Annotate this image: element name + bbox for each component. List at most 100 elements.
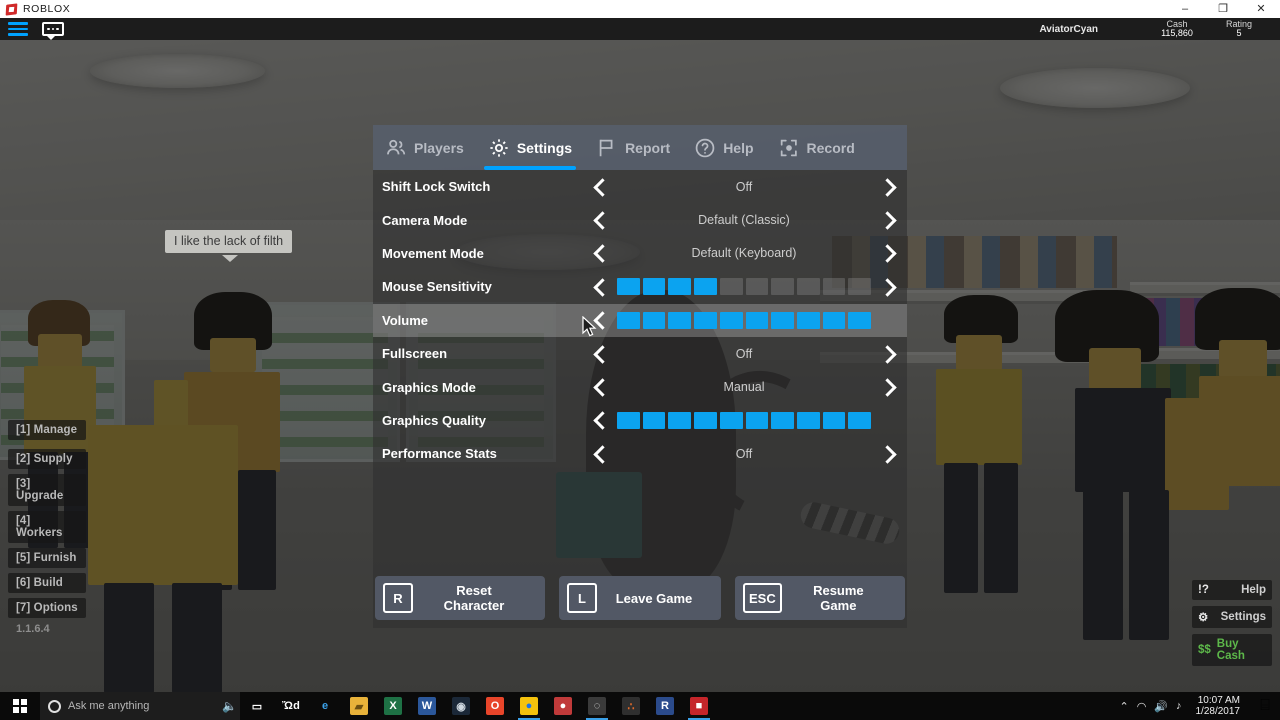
word-icon-glyph: W <box>418 697 436 715</box>
chevron-left-icon[interactable] <box>591 411 609 429</box>
task-view-icon[interactable]: ▭ <box>240 692 274 720</box>
maximize-button[interactable]: ❐ <box>1204 0 1242 18</box>
slider-segment[interactable] <box>617 411 640 429</box>
slider-segment[interactable] <box>668 311 692 329</box>
file-explorer-icon[interactable]: ▰ <box>342 692 376 720</box>
right-menu-item-settings[interactable]: ⚙ Settings <box>1192 606 1272 628</box>
left-menu-item-supply[interactable]: [2] Supply <box>8 449 86 469</box>
left-menu-item-upgrade[interactable]: [3] Upgrade <box>8 474 86 506</box>
resume-game-button[interactable]: ESC Resume Game <box>735 576 905 620</box>
chevron-right-icon[interactable] <box>879 378 897 396</box>
chevron-left-icon[interactable] <box>591 278 609 296</box>
tab-settings[interactable]: Settings <box>476 125 584 170</box>
slider-segment[interactable] <box>848 278 872 296</box>
opera-icon-glyph: O <box>486 697 504 715</box>
menu-hamburger-icon[interactable] <box>8 22 28 36</box>
chevron-left-icon[interactable] <box>591 345 609 363</box>
slider-segment[interactable] <box>694 278 717 296</box>
reset-character-button[interactable]: R Reset Character <box>375 576 545 620</box>
slider-segment[interactable] <box>642 411 666 429</box>
chevron-left-icon[interactable] <box>591 445 609 463</box>
right-menu-item-buy-cash[interactable]: $$ Buy Cash <box>1192 634 1272 666</box>
slider-segment[interactable] <box>668 411 692 429</box>
left-menu-item-manage[interactable]: [1] Manage <box>8 420 86 440</box>
slider-segment[interactable] <box>745 311 769 329</box>
chevron-left-icon[interactable] <box>591 378 609 396</box>
slider-segment[interactable] <box>771 411 794 429</box>
slider-segment[interactable] <box>745 411 769 429</box>
topbar-stats: AviatorCyan Cash 115,860 Rating 5 <box>1039 18 1280 40</box>
right-menu-item-help[interactable]: !? Help <box>1192 580 1272 600</box>
tab-report[interactable]: Report <box>584 125 682 170</box>
chevron-right-icon[interactable] <box>879 244 897 262</box>
slider-segment[interactable] <box>822 411 846 429</box>
slider-segment[interactable] <box>617 311 640 329</box>
chevron-left-icon[interactable] <box>591 244 609 262</box>
opera-icon[interactable]: O <box>478 692 512 720</box>
chevron-left-icon[interactable] <box>591 211 609 229</box>
slider-segment[interactable] <box>848 411 872 429</box>
slider-segment[interactable] <box>617 278 640 296</box>
tab-players[interactable]: Players <box>373 125 476 170</box>
slider-segment[interactable] <box>848 311 872 329</box>
chevron-right-icon[interactable] <box>879 178 897 196</box>
wifi-icon[interactable]: ◠ <box>1137 700 1147 713</box>
roblox-studio-icon[interactable]: R <box>648 692 682 720</box>
taskbar-clock[interactable]: 10:07 AM 1/28/2017 <box>1190 695 1247 718</box>
roblox-player-icon-glyph: ■ <box>690 697 708 715</box>
volume-slider[interactable] <box>609 311 879 329</box>
slider-segment[interactable] <box>642 278 666 296</box>
slider-segment[interactable] <box>642 311 666 329</box>
graphics-quality-slider[interactable] <box>609 411 879 429</box>
search-input[interactable]: Ask me anything 🔈 <box>40 692 240 720</box>
roblox-player-icon[interactable]: ■ <box>682 692 716 720</box>
slider-segment[interactable] <box>822 311 846 329</box>
store-icon[interactable]: Ὤd <box>274 692 308 720</box>
show-hidden-icons[interactable]: ⌃ <box>1119 700 1128 713</box>
mouse-sensitivity-slider[interactable] <box>609 278 879 296</box>
obs-icon[interactable]: ◌ <box>580 692 614 720</box>
minimize-button[interactable]: – <box>1166 0 1204 18</box>
slider-segment[interactable] <box>796 411 820 429</box>
word-icon[interactable]: W <box>410 692 444 720</box>
slider-segment[interactable] <box>796 311 820 329</box>
slider-segment[interactable] <box>668 278 692 296</box>
game-right-menu: !? Help ⚙ Settings $$ Buy Cash <box>1192 580 1272 672</box>
slider-segment[interactable] <box>771 278 794 296</box>
chevron-right-icon[interactable] <box>879 445 897 463</box>
close-button[interactable]: ✕ <box>1242 0 1280 18</box>
left-menu-item-furnish[interactable]: [5] Furnish <box>8 548 86 568</box>
slider-segment[interactable] <box>719 278 743 296</box>
action-center-icon[interactable]: ⌸ <box>1254 697 1276 715</box>
left-menu-item-options[interactable]: [7] Options <box>8 598 86 618</box>
network-icon[interactable]: ♪ <box>1176 700 1182 712</box>
volume-icon[interactable]: 🔊 <box>1154 700 1168 713</box>
chrome-icon[interactable]: ● <box>512 692 546 720</box>
slider-segment[interactable] <box>719 311 743 329</box>
left-menu-item-workers[interactable]: [4] Workers <box>8 511 86 543</box>
chat-bubble-icon[interactable] <box>42 22 64 40</box>
chevron-left-icon[interactable] <box>591 178 609 196</box>
excel-icon[interactable]: X <box>376 692 410 720</box>
tab-record[interactable]: Record <box>766 125 867 170</box>
steam-icon[interactable]: ◉ <box>444 692 478 720</box>
slider-segment[interactable] <box>771 311 794 329</box>
chevron-right-icon[interactable] <box>879 278 897 296</box>
start-button[interactable] <box>0 692 40 720</box>
microphone-icon[interactable]: 🔈 <box>222 699 237 713</box>
slider-segment[interactable] <box>694 311 717 329</box>
slider-segment[interactable] <box>822 278 846 296</box>
edge-icon[interactable]: e <box>308 692 342 720</box>
chevron-right-icon[interactable] <box>879 211 897 229</box>
slider-segment[interactable] <box>796 278 820 296</box>
slider-segment[interactable] <box>745 278 769 296</box>
slider-segment[interactable] <box>694 411 717 429</box>
chevron-right-icon[interactable] <box>879 345 897 363</box>
tab-help[interactable]: Help <box>682 125 765 170</box>
creature-icon[interactable]: ● <box>546 692 580 720</box>
left-menu-item-build[interactable]: [6] Build <box>8 573 86 593</box>
ceiling-light <box>1000 68 1190 108</box>
leave-game-button[interactable]: L Leave Game <box>559 576 721 620</box>
krita-icon[interactable]: ∴ <box>614 692 648 720</box>
slider-segment[interactable] <box>719 411 743 429</box>
